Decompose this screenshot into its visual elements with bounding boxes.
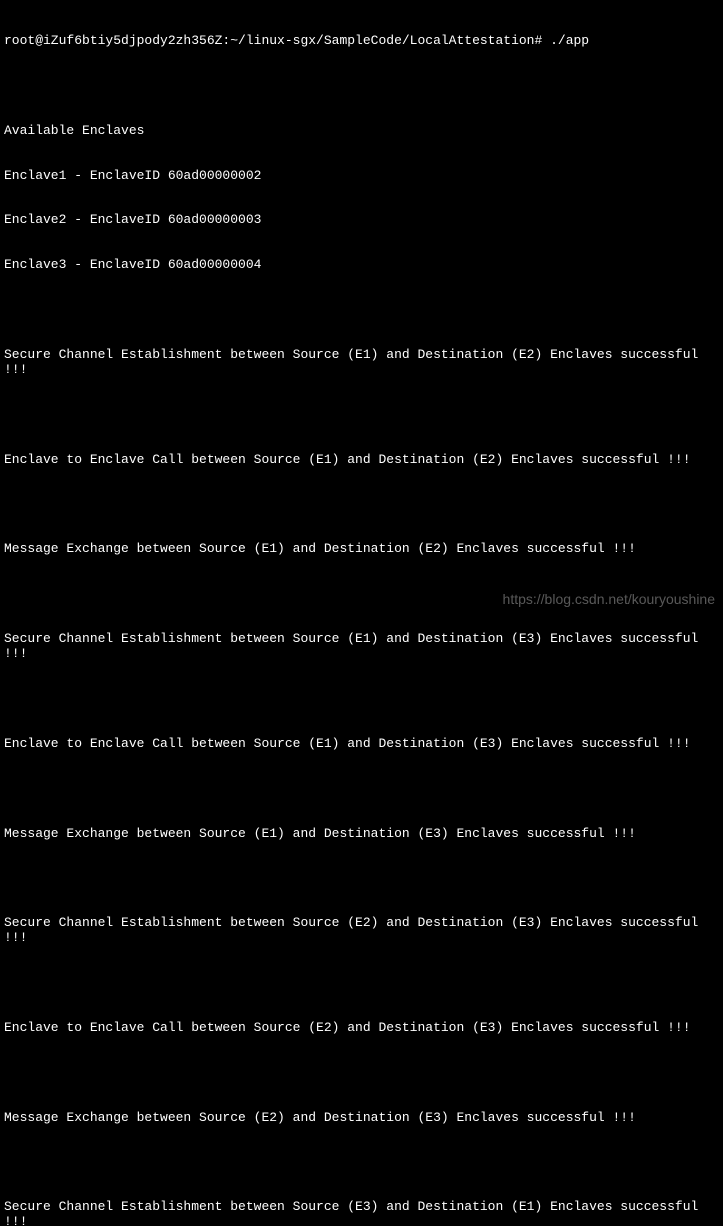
blank-line [4, 976, 719, 991]
status-message: Message Exchange between Source (E1) and… [4, 542, 719, 557]
blank-line [4, 871, 719, 886]
status-message: Secure Channel Establishment between Sou… [4, 348, 719, 378]
blank-line [4, 782, 719, 797]
blank-line [4, 1156, 719, 1171]
terminal-output[interactable]: root@iZuf6btiy5djpody2zh356Z:~/linux-sgx… [4, 4, 719, 1226]
shell-prompt-line: root@iZuf6btiy5djpody2zh356Z:~/linux-sgx… [4, 34, 719, 49]
blank-line [4, 692, 719, 707]
enclave-entry: Enclave2 - EnclaveID 60ad00000003 [4, 213, 719, 228]
status-message: Secure Channel Establishment between Sou… [4, 632, 719, 662]
blank-line [4, 303, 719, 318]
blank-line [4, 498, 719, 513]
status-message: Enclave to Enclave Call between Source (… [4, 453, 719, 468]
enclave-entry: Enclave1 - EnclaveID 60ad00000002 [4, 169, 719, 184]
status-message: Message Exchange between Source (E1) and… [4, 827, 719, 842]
blank-line [4, 79, 719, 94]
status-message: Message Exchange between Source (E2) and… [4, 1111, 719, 1126]
status-message: Enclave to Enclave Call between Source (… [4, 737, 719, 752]
blank-line [4, 1066, 719, 1081]
status-message: Secure Channel Establishment between Sou… [4, 1200, 719, 1226]
status-message: Enclave to Enclave Call between Source (… [4, 1021, 719, 1036]
status-message: Secure Channel Establishment between Sou… [4, 916, 719, 946]
blank-line [4, 408, 719, 423]
watermark-text: https://blog.csdn.net/kouryoushine [503, 591, 715, 607]
enclave-entry: Enclave3 - EnclaveID 60ad00000004 [4, 258, 719, 273]
output-header: Available Enclaves [4, 124, 719, 139]
